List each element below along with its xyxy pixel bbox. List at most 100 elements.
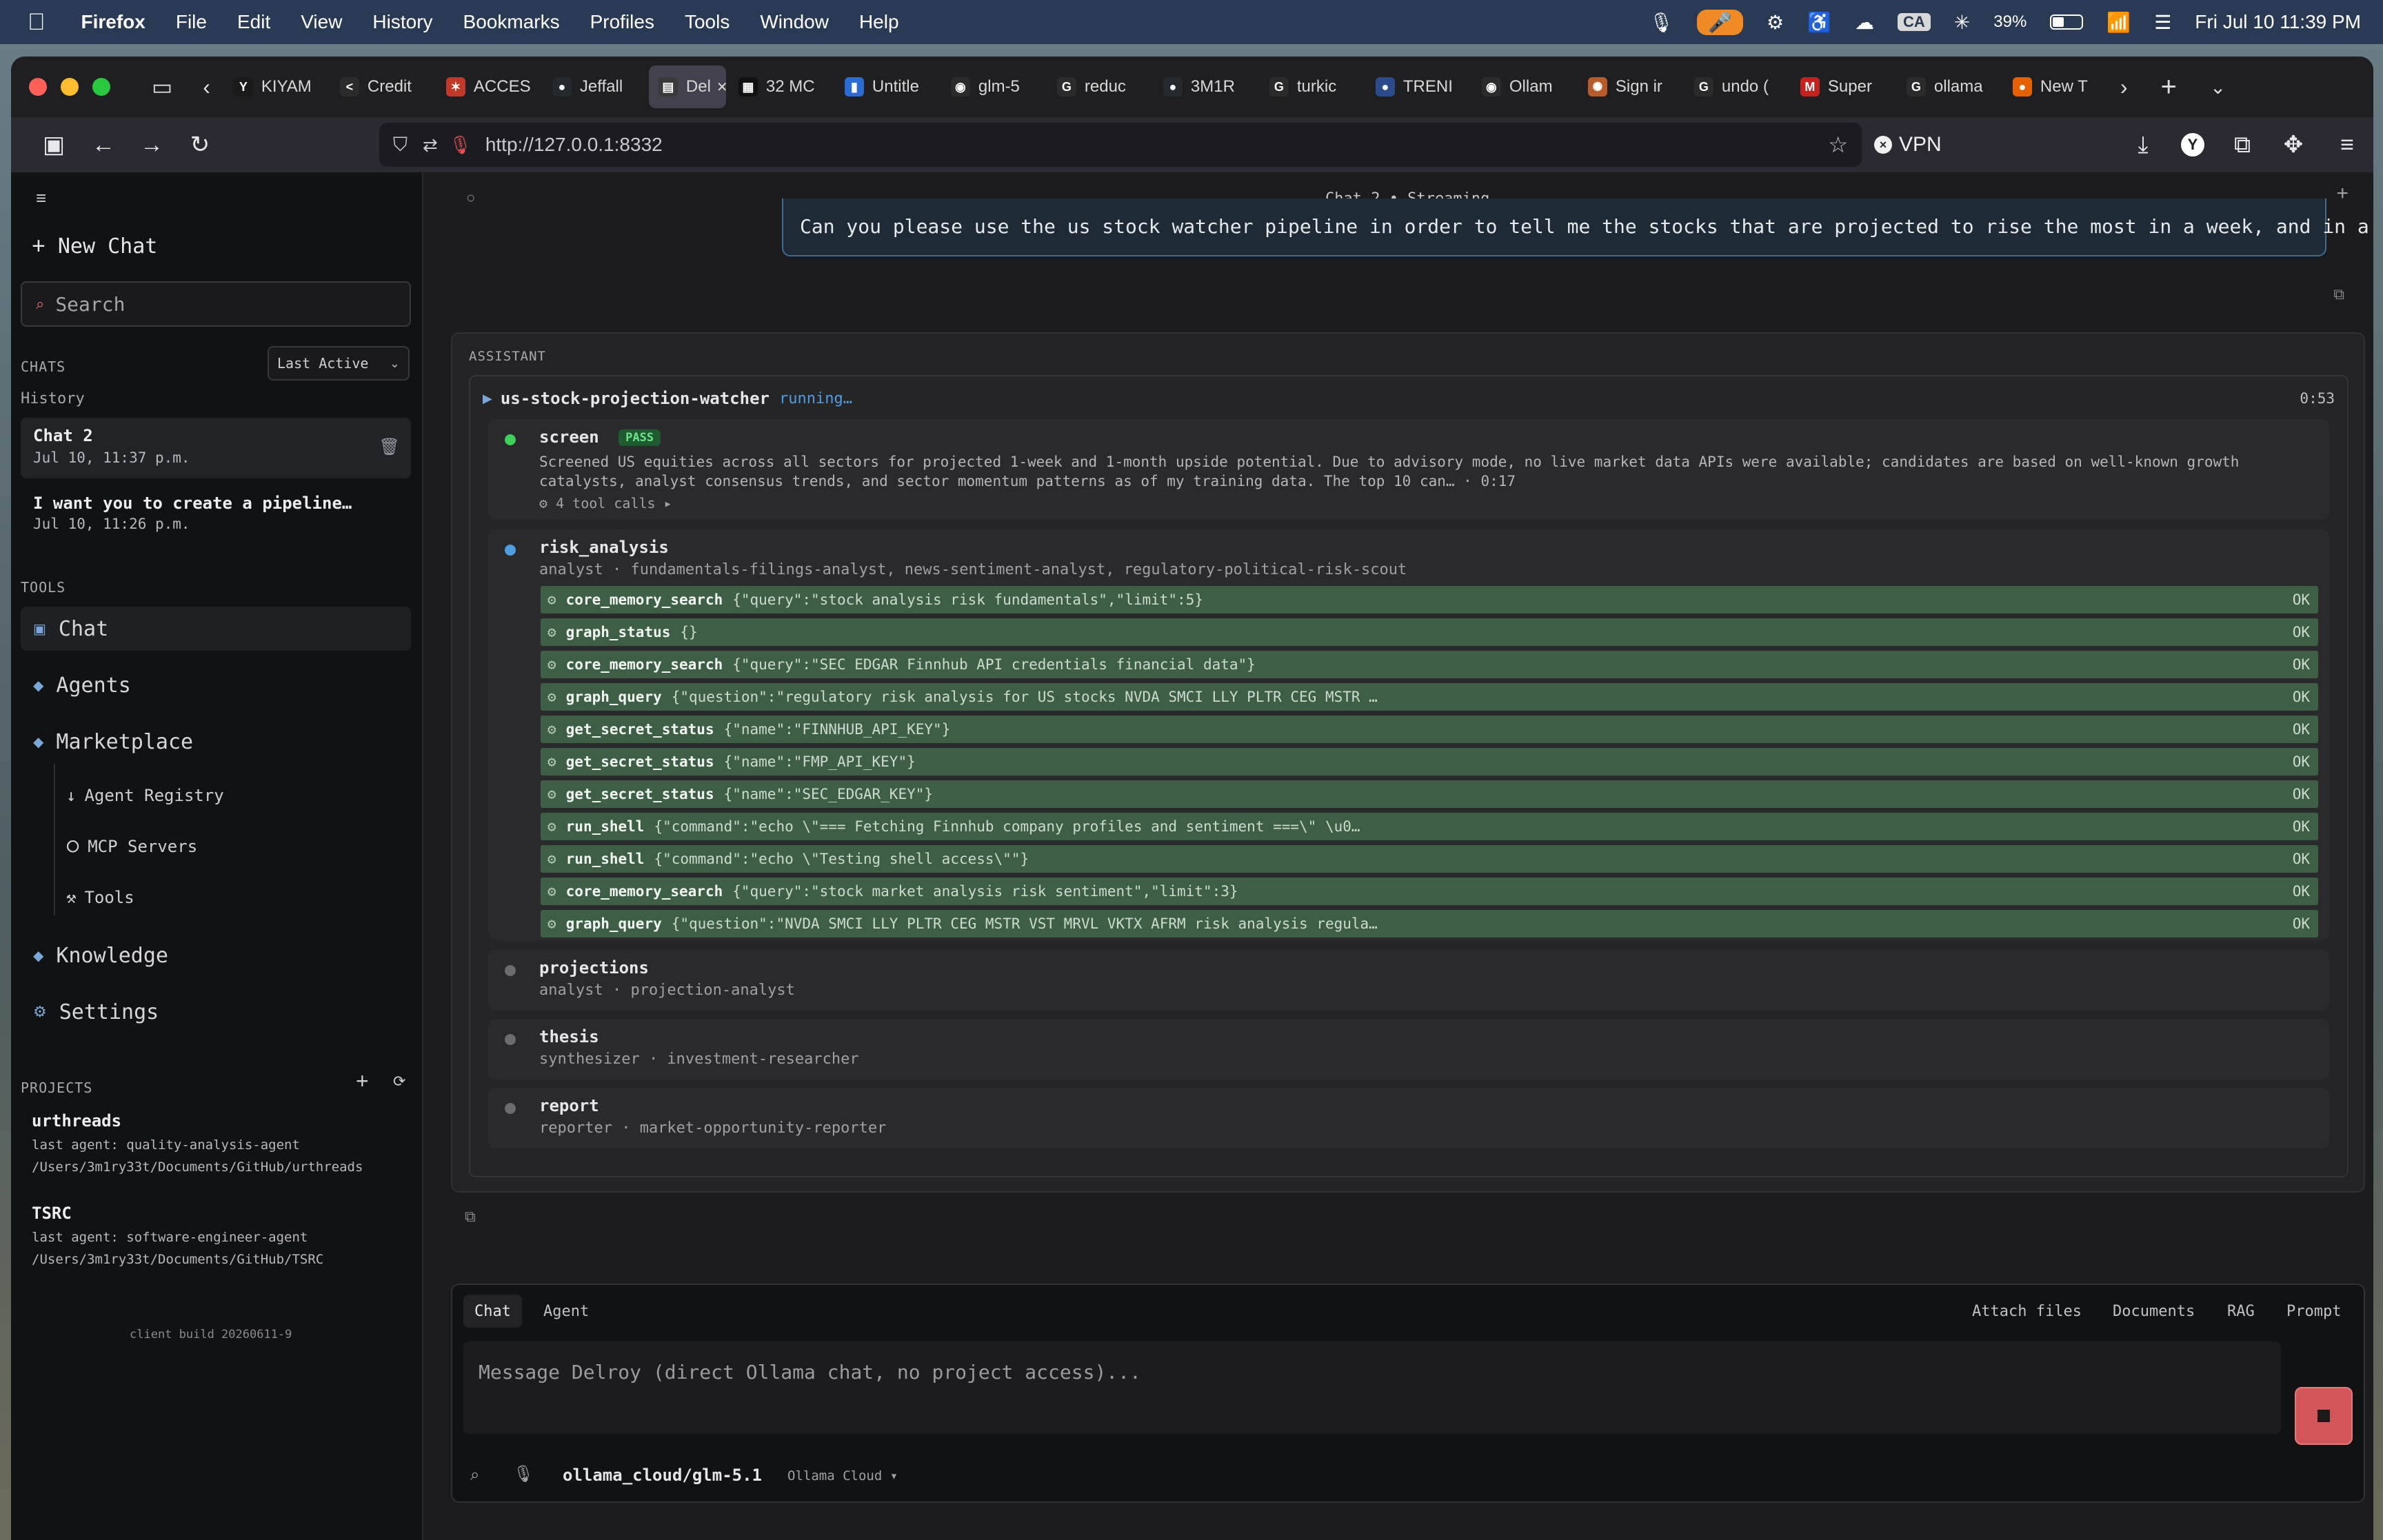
sidebar-item-agents[interactable]: ◆ Agents [21, 663, 411, 707]
battery-icon[interactable] [2050, 14, 2084, 30]
step-projections[interactable]: projections analyst · projection-analyst [488, 950, 2329, 1011]
downloads-icon[interactable]: ⤓ [2121, 123, 2165, 167]
tab-0[interactable]: Y KIYAM [224, 65, 328, 108]
composer-tab-agent[interactable]: Agent [532, 1295, 600, 1328]
copy-icon[interactable]: ⧉ [465, 1208, 476, 1226]
sidebar-item-knowledge[interactable]: ◆ Knowledge [21, 933, 411, 977]
chat-item-active[interactable]: Chat 2 Jul 10, 11:37 p.m. 🗑 [21, 418, 411, 478]
message-input[interactable]: Message Delroy (direct Ollama chat, no p… [463, 1341, 2281, 1434]
menu-history[interactable]: History [372, 11, 432, 33]
tab-1[interactable]: < Credit [330, 65, 434, 108]
zoom-window-button[interactable] [92, 78, 110, 96]
accessibility-icon[interactable]: ♿ [1807, 11, 1831, 34]
chatgpt-icon[interactable]: ⚙ [1767, 11, 1784, 34]
tool-call-row[interactable]: ⚙ graph_query {"question":"regulatory risk… [541, 683, 2318, 711]
tab-9[interactable]: ● 3M1R [1154, 65, 1257, 108]
stop-button[interactable] [2295, 1387, 2353, 1445]
menu-help[interactable]: Help [859, 11, 899, 33]
menu-bookmarks[interactable]: Bookmarks [463, 11, 560, 33]
back-icon[interactable]: ← [81, 123, 125, 167]
vpn-button[interactable]: × VPN [1874, 127, 1942, 163]
list-all-tabs-icon[interactable]: ⌄ [2210, 76, 2226, 99]
trash-icon[interactable]: 🗑 [379, 437, 400, 457]
url-text[interactable]: http://127.0.0.1:8332 [485, 134, 663, 156]
tab-15[interactable]: M Super [1791, 65, 1894, 108]
sidebar-item-chat[interactable]: ▣ Chat [21, 607, 411, 651]
tool-call-row[interactable]: ⚙ core_memory_search {"query":"stock analy… [541, 586, 2318, 614]
tab-14[interactable]: Gundo ( [1685, 65, 1788, 108]
documents-button[interactable]: Documents [2113, 1303, 2195, 1320]
tab-2[interactable]: ✶ ACCES [436, 65, 540, 108]
tool-call-row[interactable]: ⚙ graph_status {} OK [541, 618, 2318, 646]
clock[interactable]: Fri Jul 10 11:39 PM [2195, 11, 2361, 33]
project-item[interactable]: urthreads last agent: quality-analysis-a… [32, 1111, 404, 1175]
scroll-tabs-right-icon[interactable]: › [2120, 74, 2128, 100]
chat-item[interactable]: I want you to create a pipeline… Jul 10,… [21, 485, 411, 546]
tool-call-row[interactable]: ⚙ graph_query {"question":"NVDA SMCI LLY P… [541, 910, 2318, 938]
tab-11[interactable]: ● TRENI [1366, 65, 1469, 108]
menu-file[interactable]: File [176, 11, 207, 33]
close-window-button[interactable] [29, 78, 47, 96]
step-screen[interactable]: screen PASS Screened US equities across … [488, 419, 2329, 520]
app-menu-icon[interactable]: ≡ [2325, 123, 2369, 167]
tool-call-row[interactable]: ⚙ run_shell {"command":"echo \"Testing she… [541, 845, 2318, 873]
tab-4[interactable]: ▤ Del ✕ [648, 65, 726, 108]
sidebar-item-settings[interactable]: ⚙ Settings [21, 990, 411, 1034]
wifi-icon[interactable]: 📶 [2107, 11, 2131, 34]
menu-edit[interactable]: Edit [237, 11, 270, 33]
tool-calls-toggle[interactable]: ⚙ 4 tool calls ▸ [539, 495, 672, 511]
search-box[interactable]: ⌕ Search [21, 281, 411, 327]
close-tab-icon[interactable]: ✕ [716, 79, 726, 96]
tab-13[interactable]: ✺ Sign ir [1578, 65, 1682, 108]
tab-3[interactable]: ● Jeffall [543, 65, 646, 108]
minimize-window-button[interactable] [61, 78, 79, 96]
input-source-badge[interactable]: CA [1898, 13, 1931, 31]
new-chat-button[interactable]: + New Chat [32, 233, 157, 260]
tool-call-row[interactable]: ⚙ get_secret_status {"name":"FMP_API_KEY"}… [541, 748, 2318, 776]
sidebar-toggle-icon[interactable]: ▣ [32, 123, 76, 167]
menu-window[interactable]: Window [760, 11, 829, 33]
refresh-projects-icon[interactable]: ⟳ [393, 1073, 405, 1091]
tab-16[interactable]: Gollama [1897, 65, 2000, 108]
prompt-button[interactable]: Prompt [2286, 1303, 2341, 1320]
model-selector[interactable]: ollama_cloud/glm-5.1 [563, 1466, 762, 1485]
new-tab-plus-icon[interactable]: + [2336, 182, 2349, 205]
account-avatar-icon[interactable]: Y [2171, 123, 2215, 167]
provider-selector[interactable]: Ollama Cloud ▾ [787, 1468, 898, 1483]
bookmark-star-icon[interactable]: ☆ [1828, 132, 1848, 158]
rag-button[interactable]: RAG [2227, 1303, 2255, 1320]
step-risk-analysis[interactable]: risk_analysis analyst · fundamentals-fil… [488, 529, 2329, 940]
hamburger-icon[interactable]: ≡ [36, 188, 46, 209]
tool-call-row[interactable]: ⚙ run_shell {"command":"echo \"=== Fetchin… [541, 813, 2318, 840]
extensions-icon[interactable]: ⧉ [2220, 123, 2264, 167]
extension-puzzle-icon[interactable]: ✥ [2271, 123, 2315, 167]
forward-icon[interactable]: → [130, 123, 174, 167]
shield-icon[interactable]: ⛉ [393, 134, 408, 156]
search-input[interactable]: Search [55, 293, 125, 316]
tab-6[interactable]: ▮ Untitle [835, 65, 938, 108]
menu-tools[interactable]: Tools [685, 11, 730, 33]
menu-app-name[interactable]: Firefox [81, 11, 145, 33]
apple-icon[interactable]:  [28, 9, 46, 36]
tool-call-row[interactable]: ⚙ core_memory_search {"query":"stock marke… [541, 878, 2318, 905]
sidebar-item-marketplace[interactable]: ◆ Marketplace [21, 720, 411, 764]
reload-icon[interactable]: ↻ [178, 123, 222, 167]
handoff-icon[interactable]: ☁ [1855, 11, 1874, 34]
tab-5[interactable]: ▦ 32 MC [729, 65, 832, 108]
menu-profiles[interactable]: Profiles [590, 11, 654, 33]
microphone-icon[interactable]: 🎙 [1649, 11, 1674, 34]
sidebar-item-mcp-servers[interactable]: ⭘ MCP Servers [66, 837, 197, 856]
microphone-icon[interactable]: 🎙 [513, 1464, 534, 1484]
site-permissions-icon[interactable]: ⇄ [423, 134, 438, 156]
tab-10[interactable]: Gturkic [1260, 65, 1363, 108]
tab-8[interactable]: Greduc [1047, 65, 1151, 108]
composer-tab-chat[interactable]: Chat [463, 1295, 522, 1328]
url-bar[interactable]: ⛉ ⇄ 🎙 http://127.0.0.1:8332 ☆ [379, 123, 1862, 167]
menu-view[interactable]: View [301, 11, 342, 33]
tab-overview-icon[interactable]: ▭ [152, 74, 172, 100]
sidebar-item-agent-registry[interactable]: ↓ Agent Registry [66, 786, 224, 805]
project-item[interactable]: TSRC last agent: software-engineer-agent… [32, 1204, 404, 1267]
scroll-tabs-left-icon[interactable]: ‹ [203, 74, 210, 100]
step-thesis[interactable]: thesis synthesizer · investment-research… [488, 1019, 2329, 1080]
tab-12[interactable]: ◉ Ollam [1472, 65, 1576, 108]
